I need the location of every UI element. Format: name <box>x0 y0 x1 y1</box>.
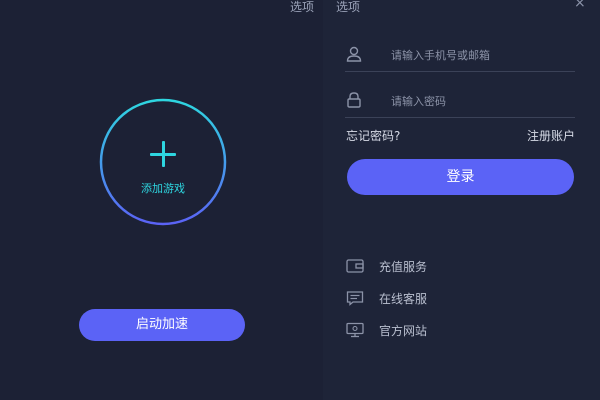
login-button[interactable]: 登录 <box>347 159 574 195</box>
options-menu-right[interactable]: 选项 <box>336 0 360 15</box>
password-input[interactable] <box>389 89 573 113</box>
lock-icon <box>347 92 361 108</box>
wallet-icon <box>346 259 364 273</box>
account-input[interactable] <box>389 43 573 67</box>
start-acceleration-button[interactable]: 启动加速 <box>79 309 245 341</box>
password-field <box>345 85 575 118</box>
account-field <box>345 39 575 72</box>
left-panel: 添加游戏 启动加速 <box>0 0 323 400</box>
forgot-password-link[interactable]: 忘记密码? <box>346 127 400 144</box>
add-game-label: 添加游戏 <box>141 182 185 195</box>
plus-icon <box>150 141 176 167</box>
register-link[interactable]: 注册账户 <box>527 127 575 144</box>
user-icon <box>346 46 362 62</box>
service-label-support: 在线客服 <box>379 292 428 306</box>
monitor-icon <box>346 322 364 338</box>
add-game-button[interactable]: 添加游戏 <box>99 98 227 226</box>
app-window: 添加游戏 启动加速 选项 选项 × 忘记密码? 注册账户 登录 充值服务 <box>0 0 600 400</box>
close-icon[interactable]: × <box>574 0 586 11</box>
service-label-recharge: 充值服务 <box>379 260 428 274</box>
chat-icon <box>346 291 364 306</box>
options-menu-left[interactable]: 选项 <box>290 0 314 15</box>
service-label-website: 官方网站 <box>379 324 428 338</box>
